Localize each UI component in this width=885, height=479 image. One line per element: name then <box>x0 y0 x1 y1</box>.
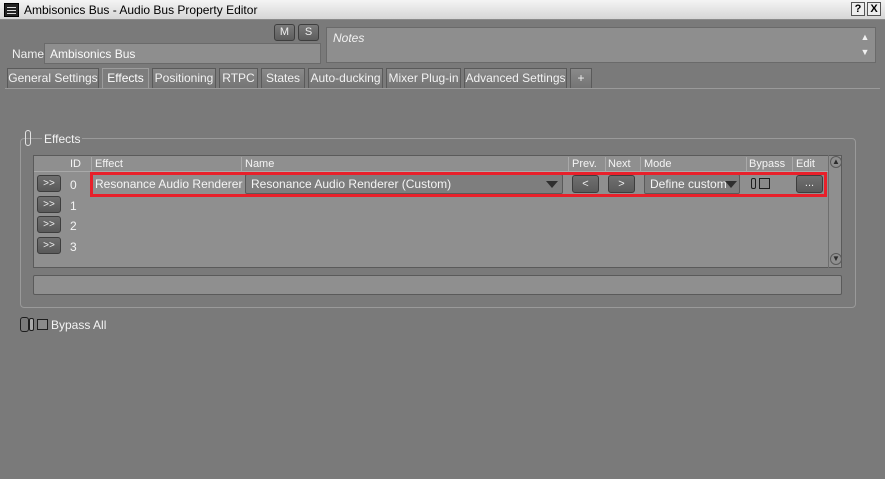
column-header-edit[interactable]: Edit <box>796 158 815 170</box>
row-id: 3 <box>70 240 77 254</box>
row-id: 2 <box>70 219 77 233</box>
column-header-next[interactable]: Next <box>608 158 631 170</box>
column-separator <box>640 157 641 171</box>
row-expand-button[interactable]: >> <box>37 237 61 254</box>
grid-scrollbar[interactable]: ▲ ▼ <box>828 155 842 268</box>
tab-positioning[interactable]: Positioning <box>152 68 216 88</box>
group-collapse-icon[interactable] <box>25 130 31 146</box>
row-expand-button[interactable]: >> <box>37 196 61 213</box>
notes-field[interactable]: Notes ▲ ▼ <box>326 27 876 63</box>
column-separator <box>792 157 793 171</box>
column-header-name[interactable]: Name <box>245 158 274 170</box>
app-icon <box>4 3 19 17</box>
column-separator <box>91 157 92 171</box>
help-button[interactable]: ? <box>851 2 865 16</box>
bypass-all-link-icon-inner <box>29 318 34 331</box>
name-field[interactable]: Ambisonics Bus <box>44 43 321 64</box>
notes-scroll-up-icon[interactable]: ▲ <box>859 30 871 44</box>
column-separator <box>241 157 242 171</box>
scroll-down-icon[interactable]: ▼ <box>830 253 842 265</box>
effects-group-label: Effects <box>42 132 83 146</box>
title-bar: Ambisonics Bus - Audio Bus Property Edit… <box>0 0 885 20</box>
bypass-all-label: Bypass All <box>51 318 107 332</box>
scroll-up-icon[interactable]: ▲ <box>830 156 842 168</box>
tab-general-settings[interactable]: General Settings <box>7 68 99 88</box>
row-expand-button[interactable]: >> <box>37 175 61 192</box>
tab-advanced-settings[interactable]: Advanced Settings <box>464 68 567 88</box>
tab-rtpc[interactable]: RTPC <box>219 68 258 88</box>
column-header-bypass[interactable]: Bypass <box>749 158 785 170</box>
notes-placeholder: Notes <box>333 31 365 45</box>
tab-states[interactable]: States <box>261 68 305 88</box>
name-label: Name <box>12 47 45 61</box>
row-expand-button[interactable]: >> <box>37 216 61 233</box>
row-highlight <box>90 172 827 197</box>
column-separator <box>746 157 747 171</box>
bypass-all-link-icon[interactable] <box>20 317 29 332</box>
bypass-all-checkbox[interactable] <box>37 319 48 330</box>
column-header-id[interactable]: ID <box>70 158 81 170</box>
column-separator <box>605 157 606 171</box>
notes-scroll-down-icon[interactable]: ▼ <box>859 45 871 59</box>
column-header-mode[interactable]: Mode <box>644 158 672 170</box>
close-button[interactable]: X <box>867 2 881 16</box>
tab-add[interactable]: + <box>570 68 592 88</box>
column-header-effect[interactable]: Effect <box>95 158 123 170</box>
mute-button[interactable]: M <box>274 24 295 41</box>
solo-button[interactable]: S <box>298 24 319 41</box>
column-separator <box>568 157 569 171</box>
row-id: 1 <box>70 199 77 213</box>
column-header-prev[interactable]: Prev. <box>572 158 597 170</box>
row-id: 0 <box>70 178 77 192</box>
tab-auto-ducking[interactable]: Auto-ducking <box>308 68 383 88</box>
window-title: Ambisonics Bus - Audio Bus Property Edit… <box>24 3 258 17</box>
tab-effects[interactable]: Effects <box>102 68 149 89</box>
tab-mixer-plugin[interactable]: Mixer Plug-in <box>386 68 461 88</box>
effects-status-bar <box>33 275 842 295</box>
tab-bar: General Settings Effects Positioning RTP… <box>0 68 885 89</box>
